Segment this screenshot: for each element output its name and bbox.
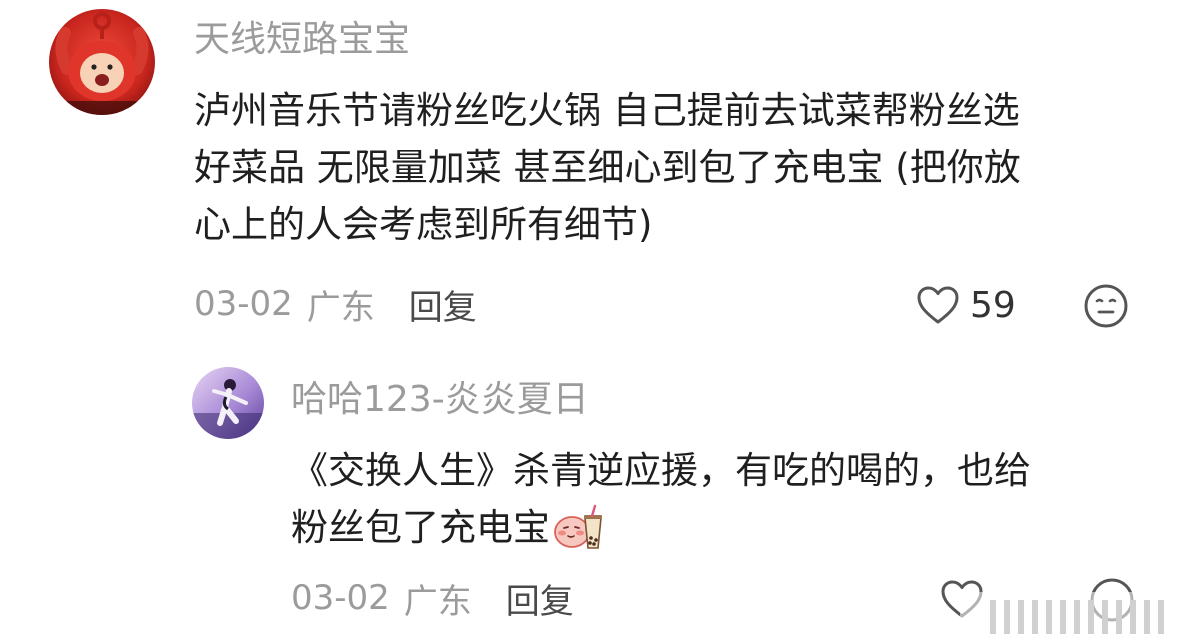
smiley-icon xyxy=(1084,284,1128,328)
comment-text-line: 心上的人会考虑到所有细节) xyxy=(194,203,653,246)
comment-username[interactable]: 天线短路宝宝 xyxy=(194,18,410,62)
reply-body: 《交换人生》杀青逆应援，有吃的喝的，也给 粉丝包了充电宝 xyxy=(291,442,1131,556)
comment-text-line: 好菜品 无限量加菜 甚至细心到包了充电宝 (把你放 xyxy=(194,146,1021,189)
teletubby-po-avatar-icon xyxy=(49,9,155,115)
reply-date: 03-02 xyxy=(291,578,390,618)
bubble-tea-emoji-icon xyxy=(554,504,602,549)
smiley-icon xyxy=(1090,578,1134,622)
comment-item: 天线短路宝宝 泸州音乐节请粉丝吃火锅 自己提前去试菜帮粉丝选 好菜品 无限量加菜… xyxy=(0,0,1179,340)
emoji-reaction-button[interactable] xyxy=(1088,576,1136,624)
reply-text-line-with-emoji: 粉丝包了充电宝 xyxy=(291,499,1131,556)
reply-button[interactable]: 回复 xyxy=(409,280,477,329)
like-button[interactable] xyxy=(940,576,984,622)
like-count: 59 xyxy=(970,284,1016,326)
reply-item: 哈哈123-炎炎夏日 《交换人生》杀青逆应援，有吃的喝的，也给 粉丝包了充电宝 xyxy=(0,360,1179,643)
like-button[interactable]: 59 xyxy=(916,282,1016,328)
reply-text-line: 《交换人生》杀青逆应援，有吃的喝的，也给 xyxy=(291,449,1031,492)
emoji-reaction-button[interactable] xyxy=(1082,282,1130,330)
comment-text-line: 泸州音乐节请粉丝吃火锅 自己提前去试菜帮粉丝选 xyxy=(194,89,1020,132)
reply-button[interactable]: 回复 xyxy=(506,574,574,623)
reply-meta: 03-02 广东 回复 xyxy=(291,574,574,623)
comment-date: 03-02 xyxy=(194,284,293,324)
reply-username[interactable]: 哈哈123-炎炎夏日 xyxy=(291,378,589,422)
heart-icon xyxy=(941,580,983,618)
heart-icon xyxy=(917,286,959,324)
comment-meta: 03-02 广东 回复 xyxy=(194,280,477,329)
reply-location: 广东 xyxy=(403,581,472,622)
user-avatar[interactable] xyxy=(192,367,264,439)
reply-text-line: 粉丝包了充电宝 xyxy=(291,506,550,549)
comment-body: 泸州音乐节请粉丝吃火锅 自己提前去试菜帮粉丝选 好菜品 无限量加菜 甚至细心到包… xyxy=(194,82,1144,253)
dancer-avatar-icon xyxy=(192,367,264,439)
user-avatar[interactable] xyxy=(49,9,155,115)
comment-location: 广东 xyxy=(306,287,375,328)
